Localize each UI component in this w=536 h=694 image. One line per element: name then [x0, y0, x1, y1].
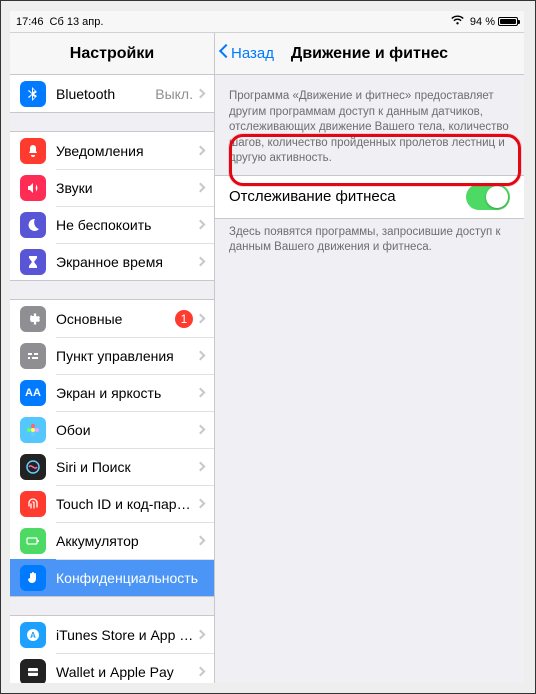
chevron-left-icon: [219, 46, 229, 62]
hourglass-icon: [20, 249, 46, 275]
moon-icon: [20, 212, 46, 238]
detail-header: Назад Движение и фитнес: [215, 33, 524, 75]
speaker-icon: [20, 175, 46, 201]
back-button[interactable]: Назад: [219, 33, 274, 74]
svg-text:A: A: [30, 631, 36, 640]
status-bar: 17:46 Сб 13 апр. 94 %: [10, 11, 524, 33]
chevron-right-icon: [196, 351, 206, 361]
sliders-icon: [20, 343, 46, 369]
sidebar-item-label: Wallet и Apple Pay: [56, 664, 197, 680]
sidebar-item-touchid[interactable]: Touch ID и код-пароль: [10, 485, 214, 522]
sidebar-item-label: Не беспокоить: [56, 217, 197, 233]
chevron-right-icon: [196, 314, 206, 324]
sidebar-item-label: Bluetooth: [56, 86, 155, 102]
back-label: Назад: [231, 45, 274, 62]
sidebar-item-label: Основные: [56, 311, 175, 327]
bt-icon: [20, 81, 46, 107]
finger-icon: [20, 491, 46, 517]
chevron-right-icon: [196, 183, 206, 193]
status-date: Сб 13 апр.: [50, 16, 104, 28]
badge: 1: [175, 310, 193, 328]
detail-pane: Назад Движение и фитнес Программа «Движе…: [215, 33, 524, 683]
detail-title: Движение и фитнес: [291, 45, 448, 63]
sidebar-item-value: Выкл.: [155, 86, 193, 102]
sidebar-item-label: Экранное время: [56, 254, 197, 270]
chevron-right-icon: [196, 388, 206, 398]
sidebar-item-label: iTunes Store и App Store: [56, 627, 197, 643]
sidebar-item-controlcenter[interactable]: Пункт управления: [10, 337, 214, 374]
A-icon: A: [20, 622, 46, 648]
battery-percentage: 94 %: [470, 16, 495, 28]
sidebar-item-dnd[interactable]: Не беспокоить: [10, 206, 214, 243]
sidebar-item-privacy[interactable]: Конфиденциальность: [10, 559, 214, 596]
sidebar-item-label: Обои: [56, 422, 197, 438]
sidebar-item-general[interactable]: Основные1: [10, 300, 214, 337]
sidebar-item-bluetooth[interactable]: BluetoothВыкл.: [10, 75, 214, 112]
sidebar-item-label: Конфиденциальность: [56, 570, 204, 586]
bell-icon: [20, 138, 46, 164]
hand-icon: [20, 565, 46, 591]
status-time: 17:46: [16, 16, 44, 28]
chevron-right-icon: [196, 462, 206, 472]
chevron-right-icon: [196, 257, 206, 267]
wifi-icon: [451, 15, 464, 28]
sidebar-title: Настройки: [70, 45, 154, 63]
sidebar-item-sounds[interactable]: Звуки: [10, 169, 214, 206]
sidebar-header: Настройки: [10, 33, 214, 75]
siri-icon: [20, 454, 46, 480]
chevron-right-icon: [196, 499, 206, 509]
detail-footer-text: Здесь появятся программы, запросившие до…: [215, 219, 524, 264]
detail-intro-text: Программа «Движение и фитнес» предоставл…: [215, 83, 524, 175]
sidebar-item-notifications[interactable]: Уведомления: [10, 132, 214, 169]
sidebar-item-siri[interactable]: Siri и Поиск: [10, 448, 214, 485]
AA-icon: AA: [20, 380, 46, 406]
chevron-right-icon: [196, 89, 206, 99]
sidebar-item-label: Touch ID и код-пароль: [56, 496, 197, 512]
sidebar-item-label: Уведомления: [56, 143, 197, 159]
flower-icon: [20, 417, 46, 443]
sidebar-item-battery[interactable]: Аккумулятор: [10, 522, 214, 559]
sidebar-item-label: Аккумулятор: [56, 533, 197, 549]
chevron-right-icon: [196, 536, 206, 546]
sidebar-item-itunes[interactable]: AiTunes Store и App Store: [10, 616, 214, 653]
battery-icon: [498, 17, 518, 26]
fitness-tracking-row: Отслеживание фитнеса: [215, 176, 524, 218]
chevron-right-icon: [196, 146, 206, 156]
chevron-right-icon: [196, 667, 206, 677]
chevron-right-icon: [196, 425, 206, 435]
sidebar-item-label: Звуки: [56, 180, 197, 196]
sidebar-item-wallet[interactable]: Wallet и Apple Pay: [10, 653, 214, 683]
fitness-tracking-label: Отслеживание фитнеса: [229, 188, 466, 205]
sidebar-item-screentime[interactable]: Экранное время: [10, 243, 214, 280]
sidebar-item-label: Siri и Поиск: [56, 459, 197, 475]
wallet-icon: [20, 659, 46, 684]
gear-icon: [20, 306, 46, 332]
batt-icon: [20, 528, 46, 554]
sidebar-item-display[interactable]: AA Экран и яркость: [10, 374, 214, 411]
chevron-right-icon: [196, 630, 206, 640]
fitness-tracking-toggle[interactable]: [466, 184, 510, 210]
sidebar-item-label: Пункт управления: [56, 348, 197, 364]
settings-sidebar: Настройки BluetoothВыкл. Уведомления Звуки…: [10, 33, 215, 683]
sidebar-item-label: Экран и яркость: [56, 385, 197, 401]
chevron-right-icon: [196, 220, 206, 230]
sidebar-item-wallpaper[interactable]: Обои: [10, 411, 214, 448]
